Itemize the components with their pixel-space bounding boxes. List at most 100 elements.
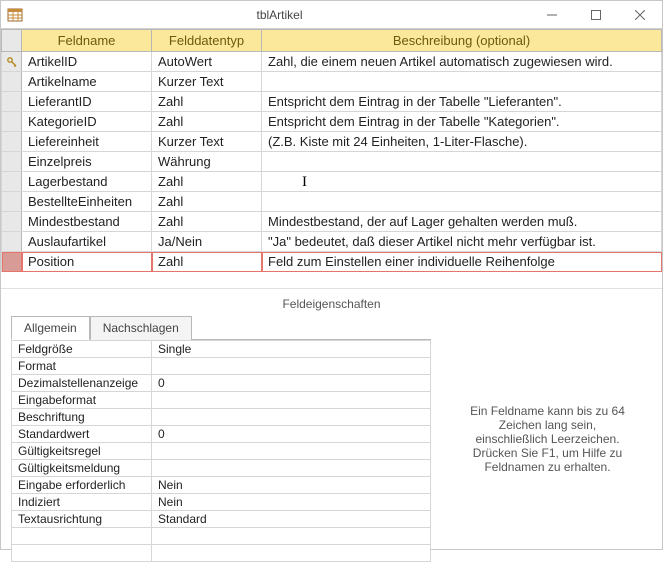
property-row[interactable]: Gültigkeitsregel: [12, 443, 431, 460]
field-name-cell[interactable]: LieferantID: [22, 92, 152, 112]
minimize-button[interactable]: [530, 1, 574, 29]
property-name: Standardwert: [12, 426, 152, 443]
row-selector[interactable]: [2, 252, 22, 272]
field-name-cell[interactable]: ArtikelID: [22, 52, 152, 72]
row-selector[interactable]: [2, 172, 22, 192]
field-desc-cell[interactable]: Zahl, die einem neuen Artikel automatisc…: [262, 52, 662, 72]
row-selector[interactable]: [2, 232, 22, 252]
property-row[interactable]: Gültigkeitsmeldung: [12, 460, 431, 477]
field-type-cell[interactable]: Zahl: [152, 212, 262, 232]
field-desc-cell[interactable]: [262, 152, 662, 172]
field-design-grid[interactable]: Feldname Felddatentyp Beschreibung (opti…: [1, 29, 662, 272]
maximize-button[interactable]: [574, 1, 618, 29]
field-type-cell[interactable]: Zahl: [152, 112, 262, 132]
property-row[interactable]: FeldgrößeSingle: [12, 341, 431, 358]
property-value[interactable]: Standard: [152, 511, 431, 528]
property-name: Format: [12, 358, 152, 375]
field-type-cell[interactable]: Kurzer Text: [152, 132, 262, 152]
field-type-cell[interactable]: Währung: [152, 152, 262, 172]
field-type-cell[interactable]: Zahl: [152, 252, 262, 272]
field-row[interactable]: EinzelpreisWährung: [2, 152, 662, 172]
property-value[interactable]: [152, 443, 431, 460]
row-selector[interactable]: [2, 112, 22, 132]
property-name: Feldgröße: [12, 341, 152, 358]
col-header-fieldname[interactable]: Feldname: [22, 30, 152, 52]
property-value[interactable]: [152, 358, 431, 375]
field-desc-cell[interactable]: "Ja" bedeutet, daß dieser Artikel nicht …: [262, 232, 662, 252]
property-name: Gültigkeitsregel: [12, 443, 152, 460]
field-desc-cell[interactable]: Entspricht dem Eintrag in der Tabelle "L…: [262, 92, 662, 112]
field-type-cell[interactable]: Kurzer Text: [152, 72, 262, 92]
field-row[interactable]: LiefereinheitKurzer Text(Z.B. Kiste mit …: [2, 132, 662, 152]
row-selector[interactable]: [2, 72, 22, 92]
field-name-cell[interactable]: Lagerbestand: [22, 172, 152, 192]
row-selector[interactable]: [2, 52, 22, 72]
titlebar: tblArtikel: [1, 1, 662, 29]
property-value[interactable]: Nein: [152, 494, 431, 511]
tab-general[interactable]: Allgemein: [11, 316, 90, 340]
tab-lookup[interactable]: Nachschlagen: [90, 316, 192, 340]
field-row[interactable]: MindestbestandZahlMindestbestand, der au…: [2, 212, 662, 232]
field-desc-cell[interactable]: [262, 72, 662, 92]
field-desc-cell[interactable]: Mindestbestand, der auf Lager gehalten w…: [262, 212, 662, 232]
property-value[interactable]: 0: [152, 375, 431, 392]
field-type-cell[interactable]: Zahl: [152, 172, 262, 192]
property-value[interactable]: [152, 392, 431, 409]
property-row[interactable]: Standardwert0: [12, 426, 431, 443]
field-row[interactable]: ArtikelnameKurzer Text: [2, 72, 662, 92]
row-selector-header[interactable]: [2, 30, 22, 52]
property-value[interactable]: [152, 528, 431, 545]
field-desc-cell[interactable]: Entspricht dem Eintrag in der Tabelle "K…: [262, 112, 662, 132]
field-name-cell[interactable]: Mindestbestand: [22, 212, 152, 232]
field-type-cell[interactable]: AutoWert: [152, 52, 262, 72]
property-row[interactable]: TextausrichtungStandard: [12, 511, 431, 528]
field-row[interactable]: ArtikelIDAutoWertZahl, die einem neuen A…: [2, 52, 662, 72]
field-type-cell[interactable]: Zahl: [152, 192, 262, 212]
property-row[interactable]: Beschriftung: [12, 409, 431, 426]
property-value[interactable]: Nein: [152, 477, 431, 494]
col-header-description[interactable]: Beschreibung (optional): [262, 30, 662, 52]
row-selector[interactable]: [2, 132, 22, 152]
window-title: tblArtikel: [29, 8, 530, 22]
field-name-cell[interactable]: BestellteEinheiten: [22, 192, 152, 212]
property-row[interactable]: Eingabe erforderlichNein: [12, 477, 431, 494]
property-row[interactable]: Format: [12, 358, 431, 375]
property-value[interactable]: [152, 545, 431, 562]
property-row[interactable]: IndiziertNein: [12, 494, 431, 511]
property-name: Beschriftung: [12, 409, 152, 426]
property-value[interactable]: 0: [152, 426, 431, 443]
field-name-cell[interactable]: Auslaufartikel: [22, 232, 152, 252]
field-name-cell[interactable]: Position: [22, 252, 152, 272]
field-desc-cell[interactable]: I: [262, 172, 662, 192]
row-selector[interactable]: [2, 212, 22, 232]
field-properties-label: Feldeigenschaften: [1, 288, 662, 315]
field-row[interactable]: BestellteEinheitenZahl: [2, 192, 662, 212]
property-value[interactable]: [152, 409, 431, 426]
field-name-cell[interactable]: Artikelname: [22, 72, 152, 92]
property-grid[interactable]: FeldgrößeSingleFormatDezimalstellenanzei…: [11, 340, 431, 562]
close-button[interactable]: [618, 1, 662, 29]
field-row[interactable]: PositionZahlFeld zum Einstellen einer in…: [2, 252, 662, 272]
property-row[interactable]: Eingabeformat: [12, 392, 431, 409]
row-selector[interactable]: [2, 152, 22, 172]
row-selector[interactable]: [2, 92, 22, 112]
col-header-datatype[interactable]: Felddatentyp: [152, 30, 262, 52]
help-hint: Ein Feldname kann bis zu 64 Zeichen lang…: [443, 315, 652, 562]
property-name: Eingabeformat: [12, 392, 152, 409]
field-desc-cell[interactable]: [262, 192, 662, 212]
field-row[interactable]: LagerbestandZahlI: [2, 172, 662, 192]
field-type-cell[interactable]: Zahl: [152, 92, 262, 112]
row-selector[interactable]: [2, 192, 22, 212]
field-row[interactable]: KategorieIDZahlEntspricht dem Eintrag in…: [2, 112, 662, 132]
field-name-cell[interactable]: Einzelpreis: [22, 152, 152, 172]
field-desc-cell[interactable]: (Z.B. Kiste mit 24 Einheiten, 1-Liter-Fl…: [262, 132, 662, 152]
field-row[interactable]: AuslaufartikelJa/Nein"Ja" bedeutet, daß …: [2, 232, 662, 252]
property-row[interactable]: Dezimalstellenanzeige0: [12, 375, 431, 392]
field-desc-cell[interactable]: Feld zum Einstellen einer individuelle R…: [262, 252, 662, 272]
field-name-cell[interactable]: KategorieID: [22, 112, 152, 132]
field-row[interactable]: LieferantIDZahlEntspricht dem Eintrag in…: [2, 92, 662, 112]
field-name-cell[interactable]: Liefereinheit: [22, 132, 152, 152]
property-value[interactable]: Single: [152, 341, 431, 358]
field-type-cell[interactable]: Ja/Nein: [152, 232, 262, 252]
property-value[interactable]: [152, 460, 431, 477]
